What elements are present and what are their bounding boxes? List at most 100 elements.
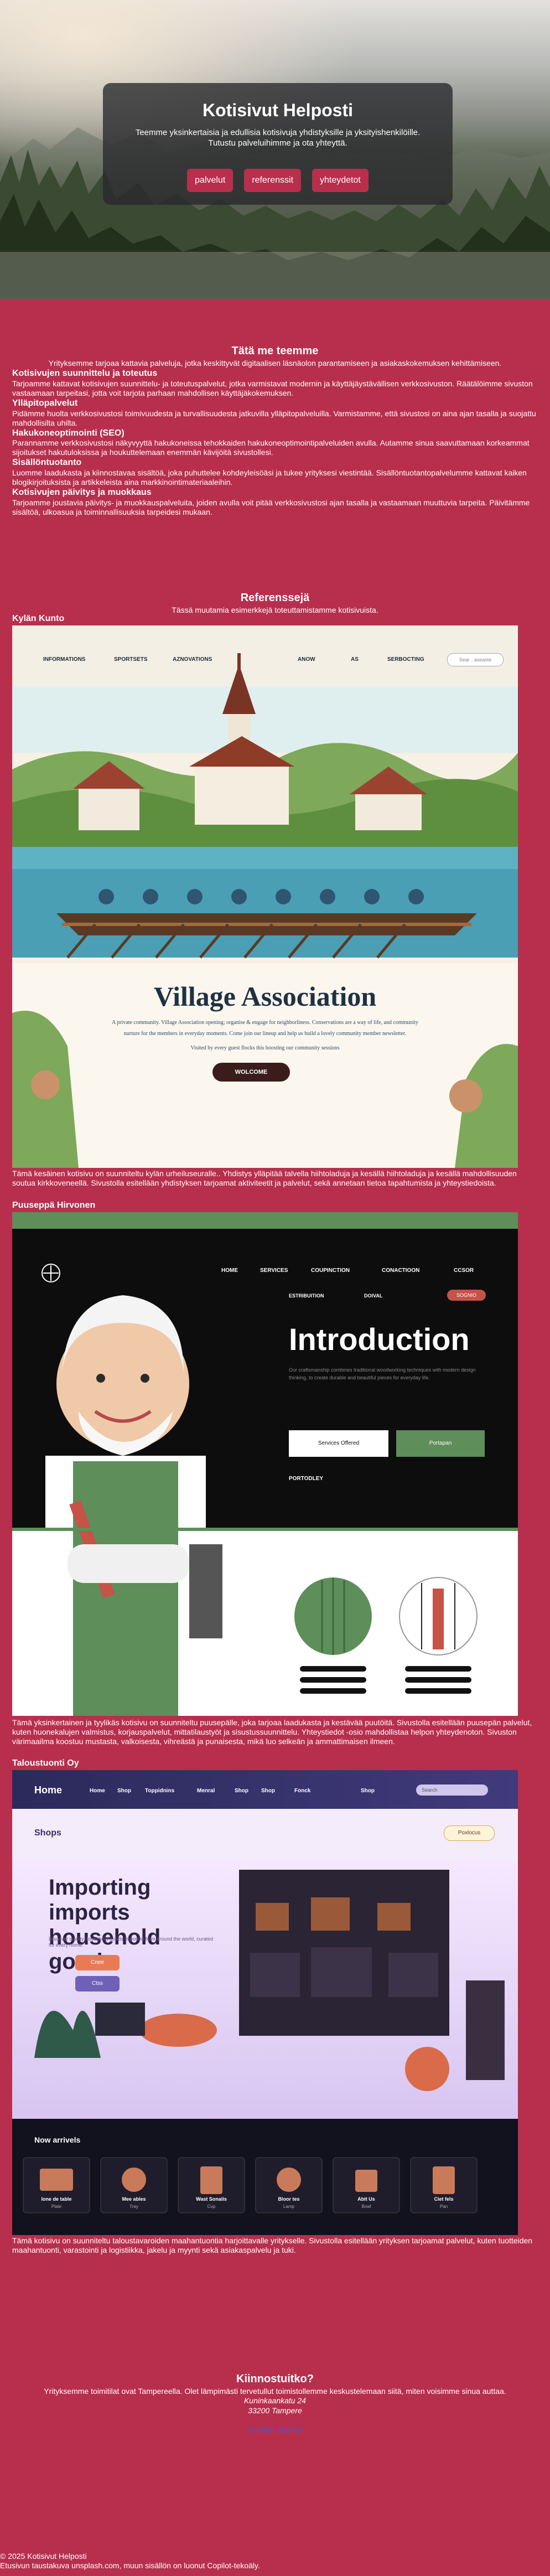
services-title: Tätä me teemme xyxy=(231,345,319,357)
import-product-sub: Tray xyxy=(129,2204,138,2209)
import-nav-item[interactable]: Shop xyxy=(261,1788,275,1794)
reference-image-import: Home Home Shop Toppidnins Menral Shop Sh… xyxy=(12,1770,518,2235)
reference-description: Tämä yksinkertainen ja tyylikäs kotisivu… xyxy=(12,1718,532,1746)
services-button[interactable]: palvelut xyxy=(187,168,234,192)
import-nav-item[interactable]: Menral xyxy=(197,1788,215,1794)
import-cta-secondary[interactable]: Ctss xyxy=(75,1976,120,1992)
carpenter-nav-item[interactable]: HOME xyxy=(221,1268,238,1274)
carpenter-nav-item[interactable]: CONACTIOON xyxy=(382,1268,419,1274)
village-nav-item[interactable]: ANOW xyxy=(298,656,315,663)
contact-section: Kiinnostuitko? Yrityksemme toimitilat ov… xyxy=(0,2372,550,2435)
import-product-name[interactable]: Ciet fels xyxy=(411,2196,477,2202)
import-nav-item[interactable]: Toppidnins xyxy=(145,1788,174,1794)
carpenter-heading: Introduction xyxy=(289,1322,470,1357)
reference-description: Tämä kotisivu on suunniteltu taloustavar… xyxy=(12,2236,533,2255)
reference-image-village: INFORMATIONS SPORTSETS AZNOVATIONS ANOW … xyxy=(12,625,518,1168)
service-text: Tarjoamme joustavia päivitys- ja muokkau… xyxy=(12,498,530,516)
reference-name: Taloustuonti Oy xyxy=(12,1758,79,1768)
import-nav-shop[interactable]: Shop xyxy=(361,1788,375,1794)
import-illustration xyxy=(12,1770,518,2235)
import-nav-item[interactable]: Shop xyxy=(117,1788,131,1794)
village-nav-item[interactable]: AZNOVATIONS xyxy=(173,656,212,663)
import-product-name[interactable]: Ione de table xyxy=(23,2196,90,2202)
import-product-sub: Plate xyxy=(51,2204,62,2209)
import-product-sub: Bowl xyxy=(361,2204,371,2209)
service-title: Kotisivujen suunnittelu ja toteutus xyxy=(12,369,158,379)
footer-credit: Etusivun taustakuva unsplash.com, muun s… xyxy=(0,2561,260,2570)
service-text: Pidämme huolta verkkosivustosi toimivuud… xyxy=(12,408,536,427)
import-logo[interactable]: Home xyxy=(34,1784,62,1797)
carpenter-portfolio-button[interactable]: Portapan xyxy=(396,1430,485,1457)
contact-title: Kiinnostuitko? xyxy=(236,2373,314,2385)
village-body-text: nurture for the members in everyday mome… xyxy=(123,1031,407,1037)
village-nav-item[interactable]: SPORTSETS xyxy=(114,656,148,663)
phone-icon: ✆ xyxy=(248,2425,255,2434)
contact-address-street: Kuninkaankatu 24 xyxy=(243,2396,307,2406)
import-new-arrivals-title: Now arrivels xyxy=(34,2135,81,2144)
village-nav-item[interactable]: AS xyxy=(351,656,359,663)
service-title: Hakukoneoptimointi (SEO) xyxy=(12,428,124,438)
carpenter-nav-item[interactable]: SERVICES xyxy=(260,1268,288,1274)
service-title: Sisällöntuotanto xyxy=(12,458,82,468)
hero-title: Kotisivut Helposti xyxy=(202,100,353,120)
hero-subtitle: Teemme yksinkertaisia ja edullisia kotis… xyxy=(135,128,421,148)
import-product-sub: Pan xyxy=(439,2204,448,2209)
services-intro: Yrityksemme tarjoaa kattavia palveluja, … xyxy=(48,359,502,368)
service-text: Tarjoamme kattavat kotisivujen suunnitte… xyxy=(12,379,533,398)
village-heading: Village Association xyxy=(153,981,377,1012)
references-intro: Tässä muutamia esimerkkejä toteuttamista… xyxy=(172,606,378,615)
village-navbar: INFORMATIONS SPORTSETS AZNOVATIONS ANOW … xyxy=(12,625,518,686)
services-section: Tätä me teemme Yrityksemme tarjoaa katta… xyxy=(12,344,538,517)
footer-copyright: © 2025 Kotisivut Helposti xyxy=(0,2552,87,2561)
village-welcome-button[interactable]: WOLCOME xyxy=(212,1063,290,1082)
carpenter-nav-item[interactable]: CCSOR xyxy=(454,1268,474,1274)
carpenter-illustration xyxy=(12,1212,518,1716)
import-product-name[interactable]: Bloor tes xyxy=(256,2196,322,2202)
import-right-button[interactable]: Poxlocus xyxy=(444,1825,495,1841)
carpenter-lorem-text: Our craftsmanship combines traditional w… xyxy=(289,1367,476,1381)
hero-card: Kotisivut Helposti Teemme yksinkertaisia… xyxy=(103,83,453,205)
footer: © 2025 Kotisivut Helposti Etusivun taust… xyxy=(0,2552,260,2570)
reference-name: Kylän Kunto xyxy=(12,614,65,623)
references-title: Referenssejä xyxy=(240,592,310,604)
import-secondary-logo[interactable]: Shops xyxy=(34,1828,61,1839)
contact-button[interactable]: yhteydetot xyxy=(312,168,369,192)
contact-address-city: 33200 Tampere xyxy=(248,2406,302,2415)
references-section: Referenssejä Tässä muutamia esimerkkejä … xyxy=(0,591,550,2254)
reference-description: Tämä kesäinen kotisivu on suunniteltu ky… xyxy=(12,1169,517,1188)
village-search-input[interactable]: Sear · aseaste xyxy=(447,653,504,666)
service-title: Kotisivujen päivitys ja muokkaus xyxy=(12,488,152,498)
village-body-text: A private community. Village Association… xyxy=(111,1020,419,1026)
import-product-name[interactable]: Mee ables xyxy=(101,2196,167,2202)
reference-name: Puuseppä Hirvonen xyxy=(12,1201,96,1210)
contact-text: Yrityksemme toimitilat ovat Tampereella.… xyxy=(44,2387,506,2396)
import-product-sub: Lamp xyxy=(283,2204,294,2209)
carpenter-services-button[interactable]: Services Offered xyxy=(289,1430,388,1457)
import-product-name[interactable]: Wast Sonalis xyxy=(178,2196,245,2202)
village-nav-item[interactable]: INFORMATIONS xyxy=(43,656,85,663)
service-text: Parannamme verkkosivustosi näkyvyyttä ha… xyxy=(12,438,530,457)
service-text: Luomme laadukasta ja kiinnostavaa sisält… xyxy=(12,468,527,487)
import-nav-item[interactable]: Fonck xyxy=(294,1788,310,1794)
carpenter-subnav-item[interactable]: DOIVAL xyxy=(364,1293,382,1299)
references-button[interactable]: referenssit xyxy=(244,168,302,192)
village-body-text: Visited by every guest flocks this boost… xyxy=(190,1045,340,1051)
carpenter-portfolio-label: PORTODLEY xyxy=(289,1476,324,1482)
hero-buttons: palvelut referenssit yhteydetot xyxy=(103,168,453,192)
import-search-input[interactable]: Search xyxy=(416,1784,488,1796)
village-illustration xyxy=(12,625,518,1168)
carpenter-nav-item[interactable]: COUPINCTION xyxy=(311,1268,350,1274)
carpenter-subnav-item[interactable]: ESTRIBUITION xyxy=(289,1293,324,1299)
carpenter-subnav-button[interactable]: SOGNIO xyxy=(447,1290,486,1301)
reference-image-carpenter: HOME SERVICES COUPINCTION CONACTIOON CCS… xyxy=(12,1212,518,1716)
village-nav-item[interactable]: SERBOCTING xyxy=(387,656,424,663)
import-product-sub: Cup xyxy=(207,2204,216,2209)
import-product-name[interactable]: Abit Us xyxy=(333,2196,399,2202)
service-title: Ylläpitopalvelut xyxy=(12,399,78,408)
contact-phone-link[interactable]: 0400 750743 xyxy=(257,2425,302,2434)
hero-section: Kotisivut Helposti Teemme yksinkertaisia… xyxy=(0,0,550,299)
import-cta-primary[interactable]: Cnee xyxy=(75,1955,120,1970)
import-nav-item[interactable]: Home xyxy=(90,1788,105,1794)
import-nav-item[interactable]: Shop xyxy=(235,1788,248,1794)
import-hero-text: Discover quality household goods importe… xyxy=(49,1936,214,1948)
